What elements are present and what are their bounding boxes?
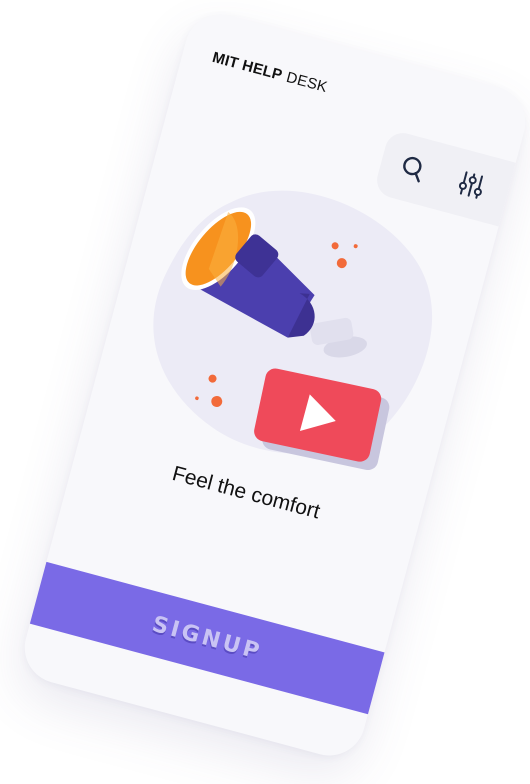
filter-button[interactable] xyxy=(453,167,490,204)
phone-screen: MIT HELPDESK Feel the comfort SIGNUP xyxy=(16,6,530,764)
stage: MIT HELPDESK Feel the comfort SIGNUP xyxy=(0,0,530,784)
app-title-bold: MIT HELP xyxy=(210,49,285,84)
sliders-icon xyxy=(458,171,484,199)
search-button[interactable] xyxy=(395,151,432,188)
search-icon xyxy=(403,156,422,183)
signup-button[interactable]: SIGNUP xyxy=(16,551,424,725)
app-title-light: DESK xyxy=(284,68,330,97)
signup-button-label: SIGNUP xyxy=(149,611,265,665)
app-title: MIT HELPDESK xyxy=(211,49,330,96)
